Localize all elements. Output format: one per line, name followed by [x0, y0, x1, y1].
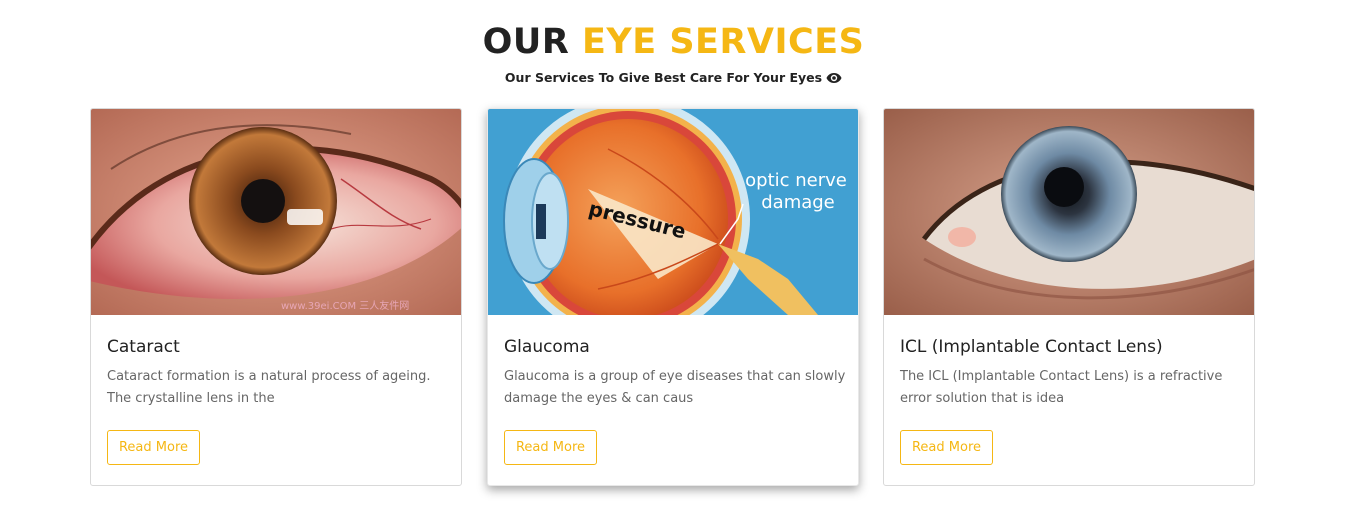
read-more-button[interactable]: Read More: [107, 430, 200, 465]
icl-image: [884, 109, 1254, 315]
eye-icon: [826, 73, 842, 83]
section-title-prefix: OUR: [482, 22, 570, 62]
card-description: Glaucoma is a group of eye diseases that…: [504, 369, 846, 406]
svg-text:www.39ei.COM 三人友件网: www.39ei.COM 三人友件网: [281, 299, 409, 312]
read-more-button[interactable]: Read More: [900, 430, 993, 465]
section-subtitle-text: Our Services To Give Best Care For Your …: [504, 70, 823, 85]
service-card-icl: ICL (Implantable Contact Lens) The ICL (…: [883, 108, 1255, 486]
section-title: OUR EYE SERVICES: [0, 22, 1347, 62]
service-card-glaucoma: pressure optic nerve damage Glaucoma Gla…: [487, 108, 859, 486]
red-eye-photo: www.39ei.COM 三人友件网: [91, 109, 461, 315]
card-title: ICL (Implantable Contact Lens): [900, 337, 1163, 357]
optic-nerve-label-line2: damage: [761, 192, 835, 213]
card-title: Glaucoma: [504, 337, 590, 357]
blue-eye-photo: [884, 109, 1254, 315]
section-title-highlight: EYE SERVICES: [581, 22, 865, 62]
section-subtitle: Our Services To Give Best Care For Your …: [0, 69, 1347, 87]
card-title: Cataract: [107, 337, 180, 357]
read-more-button[interactable]: Read More: [504, 430, 597, 465]
service-card-cataract: www.39ei.COM 三人友件网 Cataract Cataract for…: [90, 108, 462, 486]
card-description: The ICL (Implantable Contact Lens) is a …: [900, 369, 1223, 406]
card-description: Cataract formation is a natural process …: [107, 369, 431, 406]
glaucoma-image: pressure optic nerve damage: [488, 109, 858, 315]
eye-anatomy-diagram: pressure optic nerve damage: [488, 109, 858, 315]
optic-nerve-label-line1: optic nerve: [745, 170, 847, 191]
cataract-image: www.39ei.COM 三人友件网: [91, 109, 461, 315]
